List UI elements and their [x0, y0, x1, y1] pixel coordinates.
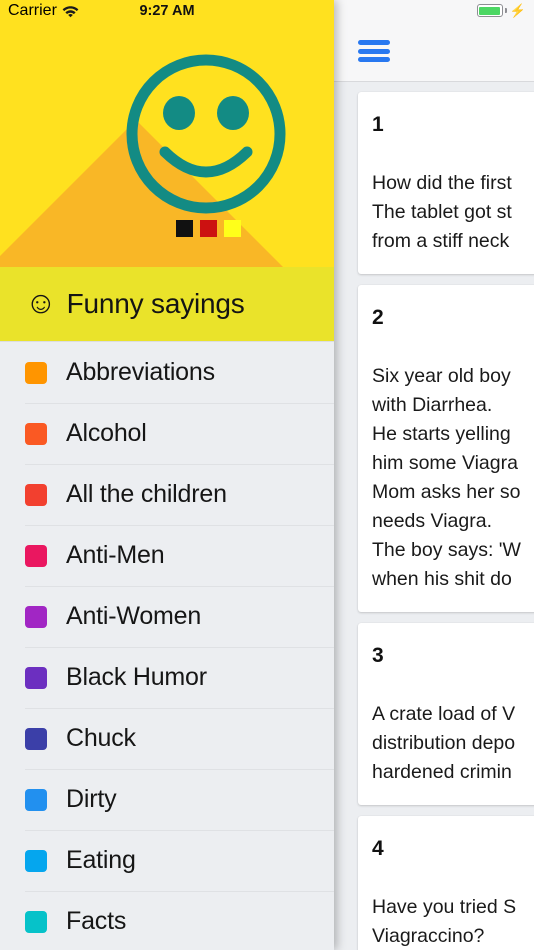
joke-number: 3 [372, 644, 384, 667]
category-color-swatch [25, 849, 47, 872]
category-color-swatch [25, 666, 47, 689]
joke-number: 4 [372, 837, 384, 860]
navigation-drawer: Carrier 9:27 AM ☺ Funny sayings Abbrevia… [0, 0, 334, 950]
category-color-swatch [25, 910, 47, 933]
flag-swatch-group [176, 220, 241, 237]
sidebar-item-anti-men[interactable]: Anti-Men [0, 525, 334, 586]
battery-status-group: ⚡ [476, 3, 526, 18]
category-list: Abbreviations Alcohol All the children A… [0, 342, 334, 950]
category-label: Facts [66, 907, 127, 935]
app-title: Funny sayings [66, 288, 245, 319]
joke-number: 1 [372, 113, 384, 136]
sidebar-item-all-the-children[interactable]: All the children [0, 464, 334, 525]
flag-square-yellow [224, 220, 241, 237]
smiley-glyph-icon: ☺ [25, 284, 57, 320]
hamburger-bar-1 [358, 40, 390, 45]
joke-text: A crate load of V distribution depo hard… [372, 703, 516, 783]
flag-square-red [200, 220, 217, 237]
category-label: All the children [66, 480, 227, 508]
sidebar-item-facts[interactable]: Facts [0, 891, 334, 950]
clock-label: 9:27 AM [139, 3, 195, 19]
joke-text: Have you tried S Viagraccino? One cup an… [372, 896, 517, 947]
category-label: Anti-Men [66, 541, 165, 569]
category-label: Abbreviations [66, 358, 215, 386]
joke-card[interactable]: 3 A crate load of V distribution depo ha… [358, 623, 534, 805]
hamburger-bar-2 [358, 48, 390, 54]
joke-card[interactable]: 2 Six year old boy with Diarrhea. He sta… [358, 285, 534, 612]
category-color-swatch [25, 361, 47, 384]
sidebar-item-dirty[interactable]: Dirty [0, 769, 334, 830]
joke-number: 2 [372, 306, 384, 329]
category-color-swatch [25, 483, 47, 506]
category-label: Anti-Women [66, 602, 202, 630]
drawer-hero-banner [0, 22, 334, 267]
drawer-status-bar: Carrier 9:27 AM [0, 0, 334, 22]
joke-text: How did the first The tablet got st from… [372, 172, 512, 252]
battery-fill [479, 6, 501, 15]
category-label: Black Humor [66, 663, 207, 691]
category-color-swatch [25, 727, 47, 750]
drawer-title-bar: ☺ Funny sayings [0, 267, 334, 342]
category-color-swatch [25, 605, 47, 628]
flag-square-black [176, 220, 193, 237]
app-screen: ⚡ 1 How did the first The tablet got st … [0, 0, 534, 950]
hamburger-bar-3 [358, 57, 390, 62]
joke-card[interactable]: 1 How did the first The tablet got st fr… [358, 92, 534, 274]
sidebar-item-eating[interactable]: Eating [0, 830, 334, 891]
category-color-swatch [25, 544, 47, 567]
category-color-swatch [25, 422, 47, 445]
sidebar-item-anti-women[interactable]: Anti-Women [0, 586, 334, 647]
category-color-swatch [25, 788, 47, 811]
sidebar-item-black-humor[interactable]: Black Humor [0, 647, 334, 708]
category-label: Dirty [66, 785, 117, 813]
smiley-face-icon [126, 54, 286, 214]
category-label: Eating [66, 846, 136, 874]
hamburger-menu-icon[interactable] [358, 38, 390, 64]
lightning-bolt-icon: ⚡ [509, 3, 526, 18]
sidebar-item-alcohol[interactable]: Alcohol [0, 403, 334, 464]
joke-text: Six year old boy with Diarrhea. He start… [372, 365, 521, 590]
battery-full-icon [476, 4, 503, 17]
sidebar-item-abbreviations[interactable]: Abbreviations [0, 342, 334, 403]
joke-card[interactable]: 4 Have you tried S Viagraccino? One cup … [358, 816, 534, 950]
category-label: Chuck [66, 724, 136, 752]
battery-cap [504, 8, 507, 13]
category-label: Alcohol [66, 419, 147, 447]
sidebar-item-chuck[interactable]: Chuck [0, 708, 334, 769]
